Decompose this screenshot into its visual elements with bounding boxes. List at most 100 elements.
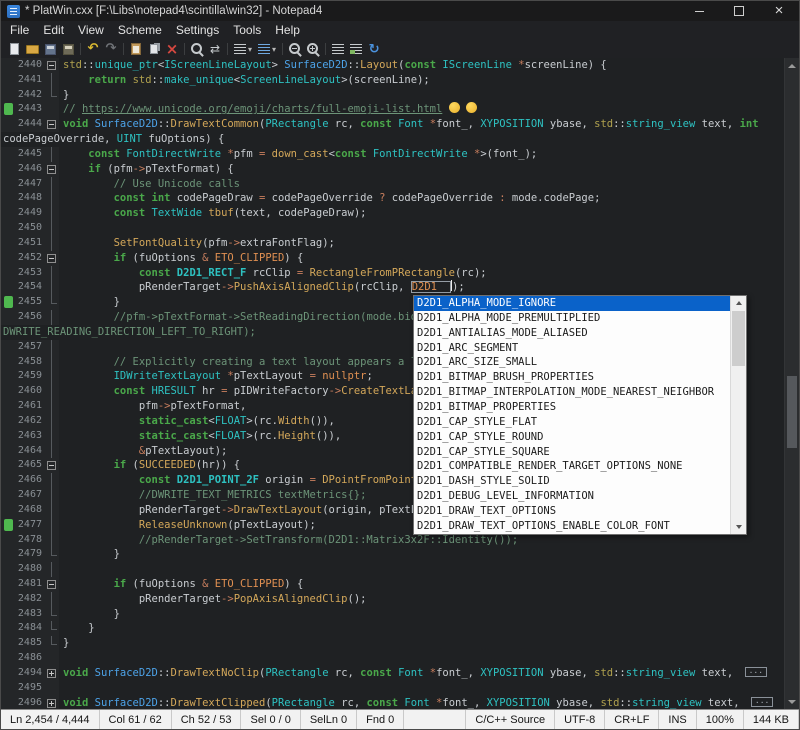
bookmark-margin[interactable] [1,651,17,666]
autocomplete-scroll-thumb[interactable] [732,311,745,366]
autocomplete-item[interactable]: D2D1_DRAW_TEXT_OPTIONS [414,504,730,519]
bookmark-margin[interactable] [1,310,17,325]
autocomplete-item[interactable]: D2D1_DASH_STYLE_SOLID [414,474,730,489]
line-number[interactable]: 2459 [17,369,45,384]
bookmark-margin[interactable] [1,592,17,607]
code-text[interactable]: } [59,621,784,636]
fold-collapse-icon[interactable] [47,254,56,263]
scrollbar-thumb[interactable] [787,376,797,448]
fold-collapse-icon[interactable] [47,580,56,589]
line-number[interactable]: 2446 [17,162,45,177]
wrap-toggle-icon[interactable] [329,41,347,57]
bookmark-margin[interactable] [1,340,17,355]
app-icon[interactable] [7,5,20,18]
fold-collapse-icon[interactable] [47,61,56,70]
code-line[interactable]: 2494 void SurfaceD2D::DrawTextNoClip(PRec… [1,666,784,681]
fold-collapse-icon[interactable] [47,461,56,470]
code-text[interactable]: void SurfaceD2D::DrawTextNoClip(PRectang… [59,666,784,681]
line-number[interactable]: 2451 [17,236,45,251]
open-file-icon[interactable] [23,41,41,57]
code-line[interactable]: codePageOverride, UINT fuOptions) { [1,132,784,147]
code-text[interactable]: const FontDirectWrite *pfm = down_cast<c… [59,147,784,162]
delete-icon[interactable] [163,41,181,57]
status-language[interactable]: C/C++ Source [466,710,555,729]
code-line[interactable]: 2447 // Use Unicode calls [1,177,784,192]
status-find-count[interactable]: Fnd 0 [357,710,404,729]
code-line[interactable]: 2479 } [1,547,784,562]
bookmark-margin[interactable] [1,73,17,88]
menu-item-tools[interactable]: Tools [226,21,268,40]
code-text[interactable] [59,651,784,666]
replace-icon[interactable] [206,41,224,57]
bookmark-margin[interactable] [1,162,17,177]
line-number[interactable]: 2456 [17,310,45,325]
code-text[interactable]: const TextWide tbuf(text, codePageDraw); [59,206,784,221]
code-line[interactable]: 2441 return std::make_unique<ScreenLineL… [1,73,784,88]
show-symbols-icon[interactable] [347,41,365,57]
bookmark-margin[interactable] [1,429,17,444]
line-number[interactable]: 2461 [17,399,45,414]
code-line[interactable]: 2451 SetFontQuality(pfm->extraFontFlag); [1,236,784,251]
autocomplete-item[interactable]: D2D1_ALPHA_MODE_IGNORE [414,296,730,311]
code-line[interactable]: 2481 if (fuOptions & ETO_CLIPPED) { [1,577,784,592]
autocomplete-item[interactable]: D2D1_BITMAP_PROPERTIES [414,400,730,415]
code-line[interactable]: 2483 } [1,607,784,622]
redo-icon[interactable] [102,41,120,57]
vertical-scrollbar[interactable] [784,58,799,709]
code-text[interactable] [59,562,784,577]
autocomplete-item[interactable]: D2D1_CAP_STYLE_ROUND [414,430,730,445]
status-column[interactable]: Col 61 / 62 [100,710,172,729]
line-number[interactable]: 2441 [17,73,45,88]
fold-margin[interactable] [45,117,59,132]
scroll-down-arrow[interactable] [785,694,799,709]
line-number[interactable]: 2468 [17,503,45,518]
code-text[interactable]: } [59,636,784,651]
line-number[interactable]: 2448 [17,191,45,206]
zoom-out-icon[interactable] [286,41,304,57]
autocomplete-item[interactable]: D2D1_DEBUG_LEVEL_INFORMATION [414,489,730,504]
bookmark-margin[interactable] [1,562,17,577]
fold-expand-icon[interactable] [47,669,56,678]
line-number[interactable]: 2494 [17,666,45,681]
line-number[interactable]: 2481 [17,577,45,592]
bookmark-margin[interactable] [1,681,17,696]
autocomplete-item[interactable]: D2D1_BITMAP_BRUSH_PROPERTIES [414,370,730,385]
code-line[interactable]: 2445 const FontDirectWrite *pfm = down_c… [1,147,784,162]
code-line[interactable]: 2484 } [1,621,784,636]
line-number[interactable]: 2458 [17,355,45,370]
fold-margin[interactable] [45,251,59,266]
save-as-icon[interactable] [59,41,77,57]
line-number[interactable]: 2477 [17,518,45,533]
code-text[interactable]: SetFontQuality(pfm->extraFontFlag); [59,236,784,251]
bookmark-margin[interactable] [1,547,17,562]
maximize-button[interactable] [719,1,759,21]
bookmark-margin[interactable] [1,636,17,651]
bookmark-margin[interactable] [1,444,17,459]
autocomplete-scroll-down[interactable] [731,520,746,534]
line-number[interactable]: 2466 [17,473,45,488]
bookmark-margin[interactable] [1,503,17,518]
minimize-button[interactable] [679,1,719,21]
line-number[interactable]: 2455 [17,295,45,310]
menu-item-file[interactable]: File [3,21,36,40]
bookmark-margin[interactable] [1,295,17,310]
autocomplete-item[interactable]: D2D1_COMPATIBLE_RENDER_TARGET_OPTIONS_NO… [414,459,730,474]
bookmark-margin[interactable] [1,533,17,548]
folded-code-box[interactable]: ··· [751,697,773,707]
code-text[interactable]: const int codePageDraw = codePageOverrid… [59,191,784,206]
menu-item-help[interactable]: Help [268,21,307,40]
line-number[interactable]: 2450 [17,221,45,236]
bookmark-margin[interactable] [1,399,17,414]
line-number[interactable]: 2460 [17,384,45,399]
save-icon[interactable] [41,41,59,57]
fold-collapse-icon[interactable] [47,120,56,129]
code-text[interactable]: codePageOverride, UINT fuOptions) { [1,132,784,147]
bookmark-margin[interactable] [1,102,17,117]
menu-item-view[interactable]: View [71,21,111,40]
line-number[interactable]: 2442 [17,88,45,103]
bookmark-margin[interactable] [1,696,17,709]
code-text[interactable] [59,221,784,236]
code-text[interactable]: pRenderTarget->PushAxisAlignedClip(rcCli… [59,280,784,295]
code-text[interactable]: if (fuOptions & ETO_CLIPPED) { [59,251,784,266]
line-number[interactable]: 2440 [17,58,45,73]
